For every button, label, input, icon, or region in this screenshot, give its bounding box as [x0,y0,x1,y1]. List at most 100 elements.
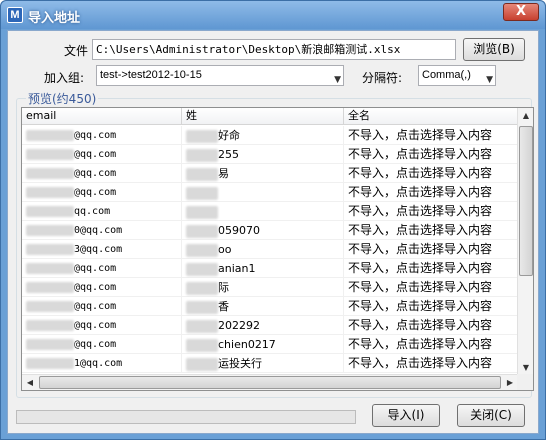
redacted-block [26,338,74,350]
chevron-down-icon[interactable]: ▼ [486,71,493,85]
table-row[interactable]: @qq.com 202292 不导入，点击选择导入内容 [22,316,518,335]
cell-email: @qq.com [22,297,182,316]
cell-fullname[interactable]: 不导入，点击选择导入内容 [344,316,518,335]
column-header-fullname[interactable]: 全名 [344,108,518,125]
cell-email-text: 3@qq.com [74,244,123,255]
cell-surname-text: 际 [218,281,229,294]
close-window-button[interactable]: X [503,3,539,21]
cell-email-text: @qq.com [74,187,117,198]
cell-fullname[interactable]: 不导入，点击选择导入内容 [344,126,518,145]
scroll-corner [517,374,533,390]
redacted-block [26,243,74,255]
cell-email-text: 1@qq.com [74,358,123,369]
redacted-block [26,300,74,312]
scroll-left-icon[interactable]: ◀ [23,375,37,390]
preview-grid[interactable]: email 姓 全名 @qq.com 好命 不导入，点击选择导入内容 @qq.com 2… [21,107,534,391]
titlebar[interactable]: M 导入地址 X [1,1,545,29]
cell-email: @qq.com [22,145,182,164]
scroll-up-icon[interactable]: ▲ [519,108,533,123]
cell-email: @qq.com [22,335,182,354]
separator-select[interactable]: Comma(,) ▼ [418,65,496,86]
redacted-block [26,281,74,293]
cell-email-text: @qq.com [74,282,117,293]
table-row[interactable]: qq.com 不导入，点击选择导入内容 [22,202,518,221]
cell-surname: 好命 [182,126,344,145]
browse-button[interactable]: 浏览(B) [463,38,525,61]
group-select[interactable]: test->test2012-10-15 ▼ [96,65,344,86]
cell-fullname[interactable]: 不导入，点击选择导入内容 [344,202,518,221]
redacted-block [26,167,74,179]
cell-email-text: @qq.com [74,149,117,160]
cell-surname-text: 好命 [218,129,240,142]
cell-email: @qq.com [22,126,182,145]
group-value: test->test2012-10-15 [100,69,202,81]
redacted-block [26,148,74,160]
table-row[interactable]: 1@qq.com 运投关行 不导入，点击选择导入内容 [22,354,518,373]
table-row[interactable]: @qq.com 好命 不导入，点击选择导入内容 [22,126,518,145]
vertical-scroll-thumb[interactable] [519,126,533,276]
cell-fullname[interactable]: 不导入，点击选择导入内容 [344,278,518,297]
redacted-block [186,224,218,238]
chevron-down-icon[interactable]: ▼ [334,71,341,85]
cell-fullname[interactable]: 不导入，点击选择导入内容 [344,145,518,164]
column-header-email[interactable]: email [22,108,182,125]
redacted-block [26,224,74,236]
cell-surname: anian1 [182,259,344,278]
cell-surname-text: 202292 [218,319,260,332]
group-label: 加入组: [44,71,85,85]
cell-email-text: @qq.com [74,339,117,350]
app-icon: M [7,7,23,23]
cell-surname-text: 运投关行 [218,357,262,370]
table-row[interactable]: @qq.com 255 不导入，点击选择导入内容 [22,145,518,164]
redacted-block [26,319,74,331]
scroll-down-icon[interactable]: ▼ [519,360,533,375]
table-row[interactable]: @qq.com 易 不导入，点击选择导入内容 [22,164,518,183]
horizontal-scroll-thumb[interactable] [39,376,501,389]
cell-surname-text: 香 [218,300,229,313]
horizontal-scrollbar[interactable]: ◀ ▶ [22,374,518,390]
cell-fullname[interactable]: 不导入，点击选择导入内容 [344,259,518,278]
cell-email-text: @qq.com [74,301,117,312]
cell-surname: 际 [182,278,344,297]
table-row[interactable]: @qq.com 香 不导入，点击选择导入内容 [22,297,518,316]
redacted-block [186,186,218,200]
table-row[interactable]: 0@qq.com 059070 不导入，点击选择导入内容 [22,221,518,240]
redacted-block [186,262,218,276]
cell-email: 3@qq.com [22,240,182,259]
cell-email: @qq.com [22,183,182,202]
table-row[interactable]: @qq.com 际 不导入，点击选择导入内容 [22,278,518,297]
redacted-block [186,205,218,219]
redacted-block [26,129,74,141]
table-row[interactable]: @qq.com 不导入，点击选择导入内容 [22,183,518,202]
cell-fullname[interactable]: 不导入，点击选择导入内容 [344,354,518,373]
grid-header: email 姓 全名 [22,108,518,125]
column-header-surname[interactable]: 姓 [182,108,344,125]
close-button[interactable]: 关闭(C) [457,404,525,427]
redacted-block [26,357,74,369]
redacted-block [186,148,218,162]
cell-email-text: 0@qq.com [74,225,123,236]
redacted-block [26,186,74,198]
cell-fullname[interactable]: 不导入，点击选择导入内容 [344,164,518,183]
redacted-block [186,129,218,143]
cell-email: 1@qq.com [22,354,182,373]
vertical-scrollbar[interactable]: ▲ ▼ [517,108,533,375]
cell-surname-text: 易 [218,167,229,180]
table-row[interactable]: @qq.com chien0217 不导入，点击选择导入内容 [22,335,518,354]
import-button[interactable]: 导入(I) [372,404,440,427]
cell-fullname[interactable]: 不导入，点击选择导入内容 [344,240,518,259]
cell-email: qq.com [22,202,182,221]
cell-fullname[interactable]: 不导入，点击选择导入内容 [344,221,518,240]
cell-fullname[interactable]: 不导入，点击选择导入内容 [344,183,518,202]
progress-bar [16,410,356,424]
redacted-block [186,281,218,295]
table-row[interactable]: 3@qq.com oo 不导入，点击选择导入内容 [22,240,518,259]
separator-label: 分隔符: [362,71,403,85]
table-row[interactable]: @qq.com anian1 不导入，点击选择导入内容 [22,259,518,278]
cell-email-text: @qq.com [74,263,117,274]
scroll-right-icon[interactable]: ▶ [503,375,517,390]
cell-surname: 059070 [182,221,344,240]
cell-fullname[interactable]: 不导入，点击选择导入内容 [344,297,518,316]
cell-fullname[interactable]: 不导入，点击选择导入内容 [344,335,518,354]
file-path-field[interactable]: C:\Users\Administrator\Desktop\新浪邮箱测试.xl… [92,39,456,60]
